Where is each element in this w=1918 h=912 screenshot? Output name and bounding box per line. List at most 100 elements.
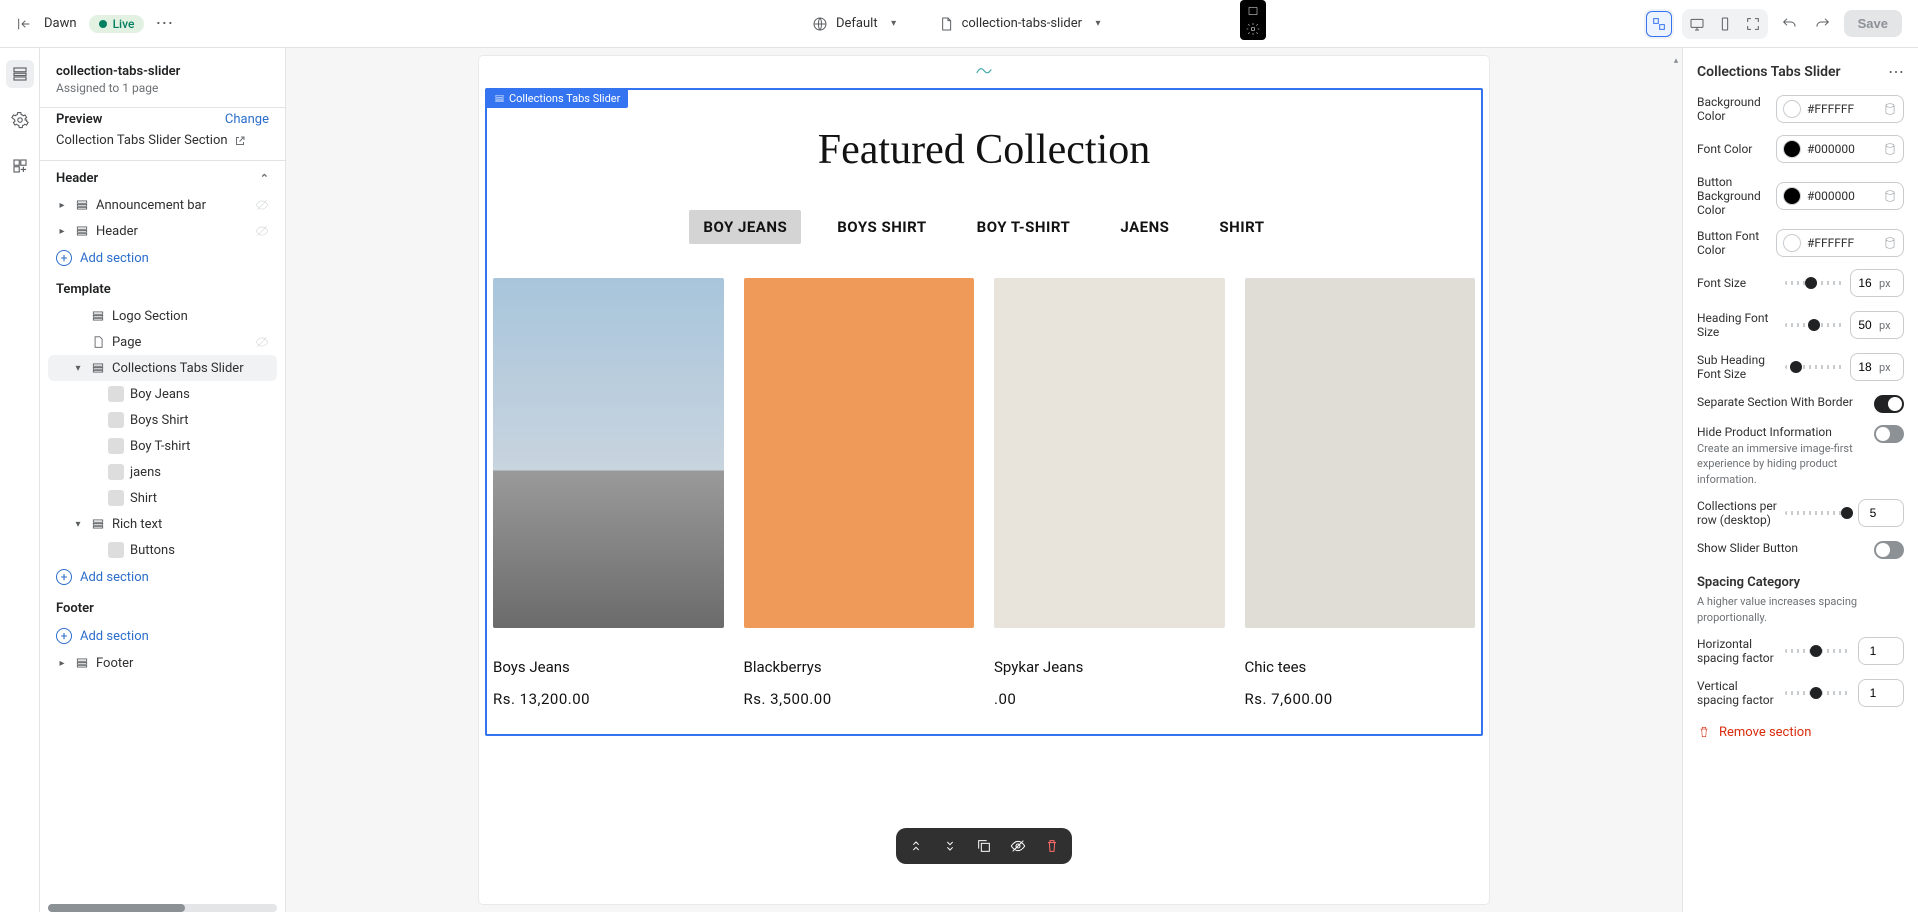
dynamic-source-icon[interactable] [1883,236,1897,250]
btn-bg-input[interactable]: #000000 [1776,182,1904,210]
tree-row[interactable]: ▸Announcement bar [48,192,277,218]
v-spacing-slider[interactable] [1785,691,1850,695]
font-size-slider[interactable] [1785,281,1842,285]
tree-row[interactable]: ▸Boy T-shirt [48,433,277,459]
template-assigned: Assigned to 1 page [56,81,269,95]
tree-row[interactable]: ▸jaens [48,459,277,485]
kebab-icon[interactable]: ⋯ [156,16,172,32]
tree-row[interactable]: ▸Boy Jeans [48,381,277,407]
locale-dropdown[interactable]: Default [802,12,912,36]
tree-row[interactable]: ▾Collections Tabs Slider [48,355,277,381]
redo-button[interactable] [1810,11,1836,37]
dynamic-source-icon[interactable] [1883,102,1897,116]
hide-icon[interactable] [255,198,269,212]
template-section-label: Template [56,282,111,297]
footer-section-label: Footer [56,601,94,616]
tab[interactable]: JAENS [1106,210,1183,244]
tree-row[interactable]: ▸Buttons [48,537,277,563]
remove-section-button[interactable]: Remove section [1697,725,1904,740]
tree-row[interactable]: ▾Rich text [48,511,277,537]
external-link-icon[interactable] [234,135,246,147]
tree-row[interactable]: ▸Shirt [48,485,277,511]
dynamic-source-icon[interactable] [1883,189,1897,203]
section-heading: Featured Collection [487,126,1481,174]
h-spacing-input[interactable] [1858,637,1904,665]
heading-size-slider[interactable] [1785,323,1842,327]
tree-row[interactable]: ▸Footer [48,650,277,676]
tree-row[interactable]: ▸Header [48,218,277,244]
rail-sections-button[interactable] [6,60,34,88]
sub-heading-size-slider[interactable] [1785,365,1842,369]
hide-icon[interactable] [255,224,269,238]
desktop-view-button[interactable] [1684,11,1710,37]
add-section-footer[interactable]: +Add section [40,622,285,650]
rail-apps-button[interactable] [6,152,34,180]
separate-border-toggle[interactable] [1874,395,1904,413]
delete-button[interactable] [1042,836,1062,856]
spacing-sub: A higher value increases spacing proport… [1697,594,1904,625]
add-section-template[interactable]: +Add section [40,563,285,591]
product-card[interactable]: Spykar Jeans.00 [994,278,1225,708]
template-dropdown[interactable]: collection-tabs-slider [928,12,1116,36]
hide-info-label: Hide Product Information [1697,425,1864,439]
per-row-input[interactable] [1858,499,1904,527]
save-button[interactable]: Save [1844,10,1902,37]
mobile-view-button[interactable] [1712,11,1738,37]
hide-info-toggle[interactable] [1874,425,1904,443]
tab[interactable]: SHIRT [1205,210,1278,244]
show-slider-label: Show Slider Button [1697,541,1864,555]
change-link[interactable]: Change [225,112,269,127]
h-spacing-slider[interactable] [1785,649,1850,653]
left-rail [0,48,40,912]
v-spacing-input[interactable] [1858,679,1904,707]
tab[interactable]: BOY JEANS [689,210,801,244]
exit-icon[interactable] [16,16,32,32]
add-section-header[interactable]: +Add section [40,244,285,272]
template-name: collection-tabs-slider [962,16,1082,31]
tree-row[interactable]: ▸Boys Shirt [48,407,277,433]
store-logo [479,56,1489,80]
font-size-input[interactable]: px [1850,269,1904,297]
move-up-button[interactable] [906,836,926,856]
product-card[interactable]: BlackberrysRs. 3,500.00 [744,278,975,708]
undo-button[interactable] [1776,11,1802,37]
collapse-icon[interactable]: ⌃ [260,172,269,185]
dynamic-source-icon[interactable] [1883,142,1897,156]
heading-size-label: Heading Font Size [1697,311,1777,339]
fullscreen-view-button[interactable] [1740,11,1766,37]
move-down-button[interactable] [940,836,960,856]
product-card[interactable]: Boys JeansRs. 13,200.00 [493,278,724,708]
color-swatch [1783,100,1801,118]
hide-icon[interactable] [255,335,269,349]
template-title: collection-tabs-slider [56,64,269,79]
product-image [994,278,1225,628]
heading-size-input[interactable]: px [1850,311,1904,339]
show-slider-toggle[interactable] [1874,541,1904,559]
h-spacing-label: Horizontal spacing factor [1697,637,1777,665]
duplicate-button[interactable] [974,836,994,856]
tree-row[interactable]: ▸Page [48,329,277,355]
rail-settings-button[interactable] [6,106,34,134]
tree-row[interactable]: ▸Logo Section [48,303,277,329]
tab[interactable]: BOY T-SHIRT [963,210,1085,244]
product-name: Boys Jeans [493,658,724,676]
inspector-toggle[interactable] [1646,11,1672,37]
header-section-label: Header [56,171,98,186]
bg-color-input[interactable]: #FFFFFF [1776,95,1904,123]
sub-heading-size-input[interactable]: px [1850,353,1904,381]
hide-button[interactable] [1008,836,1028,856]
store-name: Dawn [44,16,77,31]
panel-title: Collections Tabs Slider [1697,64,1841,80]
per-row-slider[interactable] [1785,511,1850,515]
sidebar-scrollbar[interactable] [48,904,277,912]
selected-section[interactable]: Collections Tabs Slider Featured Collect… [485,88,1483,736]
topbar: Dawn Live ⋯ Default collection-tabs-slid… [0,0,1918,48]
canvas[interactable]: Collections Tabs Slider Featured Collect… [479,56,1489,904]
tab[interactable]: BOYS SHIRT [823,210,940,244]
panel-kebab-icon[interactable]: ⋯ [1888,62,1904,81]
btn-font-input[interactable]: #FFFFFF [1776,229,1904,257]
font-color-input[interactable]: #000000 [1776,135,1904,163]
floating-widget[interactable] [1240,0,1266,40]
product-card[interactable]: Chic teesRs. 7,600.00 [1245,278,1476,708]
bg-color-label: Background Color [1697,95,1768,123]
